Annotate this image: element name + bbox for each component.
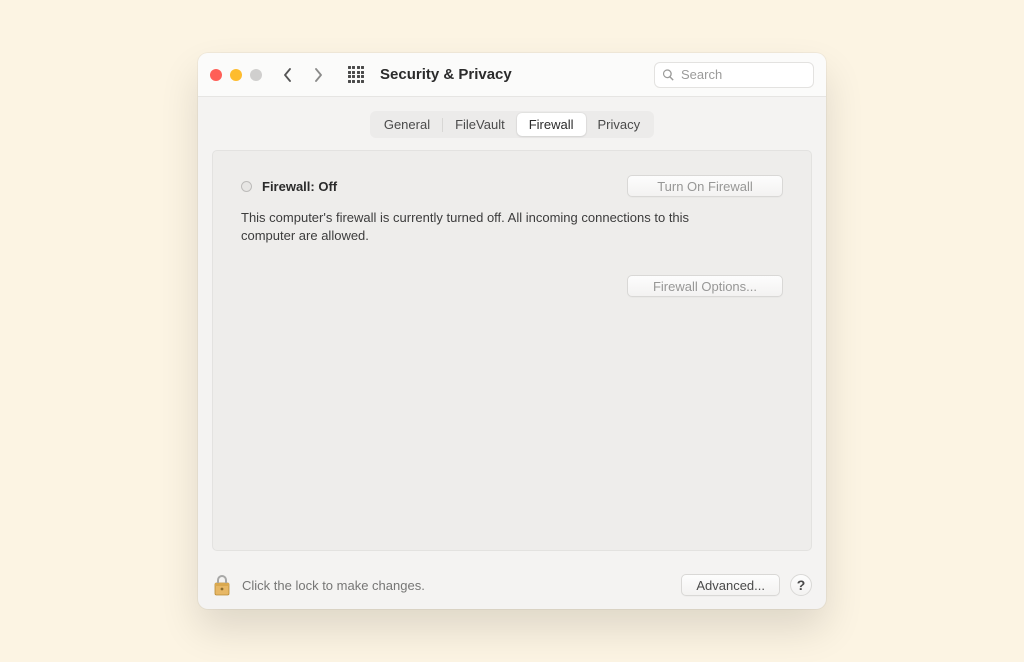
turn-on-firewall-button[interactable]: Turn On Firewall (627, 175, 783, 197)
search-icon (662, 68, 675, 81)
firewall-status-wrap: Firewall: Off (241, 179, 337, 194)
firewall-status-label: Firewall: Off (262, 179, 337, 194)
traffic-lights (210, 69, 262, 81)
tab-filevault[interactable]: FileVault (443, 113, 517, 136)
window-title: Security & Privacy (380, 66, 512, 83)
search-field-wrap (654, 62, 814, 88)
firewall-panel: Firewall: Off Turn On Firewall This comp… (212, 150, 812, 551)
window-toolbar: Security & Privacy (198, 53, 826, 97)
help-button[interactable]: ? (790, 574, 812, 596)
search-input[interactable] (654, 62, 814, 88)
tabs-row: General FileVault Firewall Privacy (198, 97, 826, 150)
forward-button[interactable] (308, 61, 328, 89)
firewall-options-row: Firewall Options... (241, 275, 783, 297)
firewall-options-button[interactable]: Firewall Options... (627, 275, 783, 297)
preferences-window: Security & Privacy General FileVault Fir… (198, 53, 826, 609)
close-window-button[interactable] (210, 69, 222, 81)
window-footer: Click the lock to make changes. Advanced… (198, 561, 826, 609)
firewall-description: This computer's firewall is currently tu… (241, 209, 701, 245)
advanced-button[interactable]: Advanced... (681, 574, 780, 596)
zoom-window-button[interactable] (250, 69, 262, 81)
back-button[interactable] (278, 61, 298, 89)
tab-general[interactable]: General (372, 113, 442, 136)
show-all-button[interactable] (346, 65, 366, 85)
minimize-window-button[interactable] (230, 69, 242, 81)
lock-icon[interactable] (212, 573, 232, 597)
tab-privacy[interactable]: Privacy (586, 113, 653, 136)
status-indicator-off-icon (241, 181, 252, 192)
firewall-status-row: Firewall: Off Turn On Firewall (241, 175, 783, 197)
tab-bar: General FileVault Firewall Privacy (370, 111, 654, 138)
tab-firewall[interactable]: Firewall (517, 113, 586, 136)
lock-hint-text: Click the lock to make changes. (242, 578, 671, 593)
